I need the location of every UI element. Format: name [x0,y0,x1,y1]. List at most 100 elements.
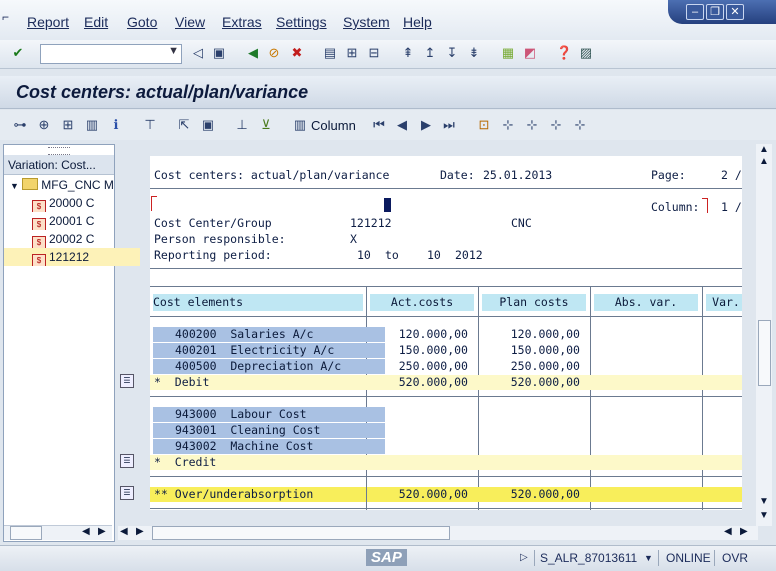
help-icon[interactable]: ❓ [556,45,572,61]
credit-subtotal-label[interactable]: * Credit [154,455,216,470]
menu-extras[interactable]: Extras [222,14,262,30]
command-field[interactable]: ▼ [40,44,182,64]
menu-settings[interactable]: Settings [276,14,327,30]
cancel-icon[interactable]: ✖ [289,45,305,61]
back-icon[interactable]: ◀ [245,45,261,61]
save-icon[interactable]: ▣ [211,45,227,61]
status-expand-icon[interactable]: ▷ [520,552,528,563]
vertical-scroll-thumb[interactable] [758,320,771,386]
app-menu-icon[interactable]: ⌐ [2,10,9,24]
scroll-right-icon[interactable]: ▶ [136,526,144,537]
tree-item-20001[interactable]: $20001 C [4,212,140,230]
subtotal-icon[interactable]: ☰ [120,374,134,388]
scroll-left-icon[interactable]: ◀ [724,526,732,537]
column-header-abs-var[interactable]: Abs. var. [594,294,698,311]
horizontal-scrollbar[interactable]: ◀ ▶ ◀ ▶ [118,526,758,540]
insert-mode[interactable]: OVR [722,551,748,565]
close-button[interactable]: ✕ [726,4,744,20]
next-page-icon[interactable]: ↧ [444,45,460,61]
tree-settings-icon[interactable]: ⊹ [548,117,564,133]
credit-subtotal-row [150,455,742,470]
previous-column-icon[interactable]: ◀ [394,117,410,133]
column-header-act-costs[interactable]: Act.costs [370,294,474,311]
chevron-down-icon[interactable]: ▼ [10,181,19,191]
scroll-right-icon[interactable]: ▶ [98,526,106,537]
over-under-plan: 520.000,00 [510,487,580,501]
table-row-element[interactable]: 400201 Electricity A/c [153,343,385,358]
layout-icon[interactable]: ▣ [200,117,216,133]
table-row-element[interactable]: 943000 Labour Cost [153,407,385,422]
exit-icon[interactable]: ⊘ [266,45,282,61]
vertical-scrollbar[interactable]: ▲ ▲ ▼ ▼ [756,144,772,526]
table-icon[interactable]: ▥ [84,117,100,133]
horizontal-scroll-thumb[interactable] [152,526,450,540]
find-icon[interactable]: ⊞ [344,45,360,61]
scroll-down-icon[interactable]: ▼ [759,510,769,521]
minimize-button[interactable]: – [686,4,704,20]
table-row-element[interactable]: 943001 Cleaning Cost [153,423,385,438]
tree-item-label: 20000 C [49,196,95,210]
table-row-element[interactable]: 943002 Machine Cost [153,439,385,454]
info-icon[interactable]: ℹ [108,117,124,133]
scroll-left-icon[interactable]: ◀ [120,526,128,537]
subtotal-icon[interactable]: ☰ [120,454,134,468]
expand-icon[interactable]: ⊡ [476,117,492,133]
over-under-label[interactable]: ** Over/underabsorption [154,487,313,502]
menu-edit[interactable]: Edit [84,14,108,30]
table-row-element[interactable]: 400500 Depreciation A/c [153,359,385,374]
debit-plan-total: 520.000,00 [510,375,580,389]
structure-icon[interactable]: ⊞ [60,117,76,133]
scroll-right-icon[interactable]: ▶ [740,526,748,537]
next-column-icon[interactable]: ▶ [418,117,434,133]
menu-view[interactable]: View [175,14,205,30]
scroll-down-icon[interactable]: ▼ [759,496,769,507]
subtotal-icon[interactable]: ☰ [120,486,134,500]
select-icon[interactable]: ⇱ [176,117,192,133]
create-session-icon[interactable]: ▦ [500,45,516,61]
scroll-left-icon[interactable]: ◀ [82,526,90,537]
tree-expand-icon[interactable]: ⊹ [500,117,516,133]
column-header-var[interactable]: Var. [706,294,742,311]
tree-item-20000[interactable]: $20000 C [4,194,140,212]
last-column-icon[interactable]: ⏭ [441,117,457,133]
tree-hscrollbar[interactable]: ◀ ▶ [4,525,112,540]
enter-checkmark-icon[interactable]: ✔ [10,45,26,61]
tree-root[interactable]: ▼ MFG_CNC M [4,176,118,194]
shortcut-icon[interactable]: ◩ [522,45,538,61]
last-page-icon[interactable]: ⇟ [466,45,482,61]
first-page-icon[interactable]: ⇞ [400,45,416,61]
tree-layout-icon[interactable]: ⊹ [572,117,588,133]
hierarchy-icon[interactable]: ⊶ [12,117,28,133]
find-next-icon[interactable]: ⊟ [366,45,382,61]
print-icon[interactable]: ▤ [322,45,338,61]
filter-icon[interactable]: ⊤ [142,117,158,133]
scroll-up-icon[interactable]: ▲ [759,144,769,155]
divider [150,188,742,189]
column-button[interactable]: Column [311,118,356,133]
tree-scroll-thumb[interactable] [10,526,42,540]
first-column-icon[interactable]: ⏮ [371,117,387,133]
tree-collapse-icon[interactable]: ⊹ [524,117,540,133]
column-icon[interactable]: ▥ [292,117,308,133]
export-icon[interactable]: ⊥ [234,117,250,133]
chevron-down-icon[interactable]: ▼ [168,45,179,57]
tree-item-121212[interactable]: $121212 [4,248,140,266]
table-row-element[interactable]: 400200 Salaries A/c [153,327,385,342]
menu-help[interactable]: Help [403,14,432,30]
column-header-cost-elements[interactable]: Cost elements [153,294,363,311]
drilldown-icon[interactable]: ⊕ [36,117,52,133]
column-header-plan-costs[interactable]: Plan costs [482,294,586,311]
chevron-down-icon[interactable]: ▼ [644,553,653,563]
restore-button[interactable]: ❐ [706,4,724,20]
customize-layout-icon[interactable]: ▨ [578,45,594,61]
splitter-handle[interactable] [48,147,70,155]
tree-item-20002[interactable]: $20002 C [4,230,140,248]
menu-goto[interactable]: Goto [127,14,157,30]
scroll-up-icon[interactable]: ▲ [759,156,769,167]
menu-system[interactable]: System [343,14,390,30]
debit-subtotal-label[interactable]: * Debit [154,375,209,390]
graphic-icon[interactable]: ⊻ [258,117,274,133]
previous-page-icon[interactable]: ↥ [422,45,438,61]
menu-report[interactable]: Report [27,14,69,30]
back-triangle-icon[interactable]: ◁ [190,45,206,61]
